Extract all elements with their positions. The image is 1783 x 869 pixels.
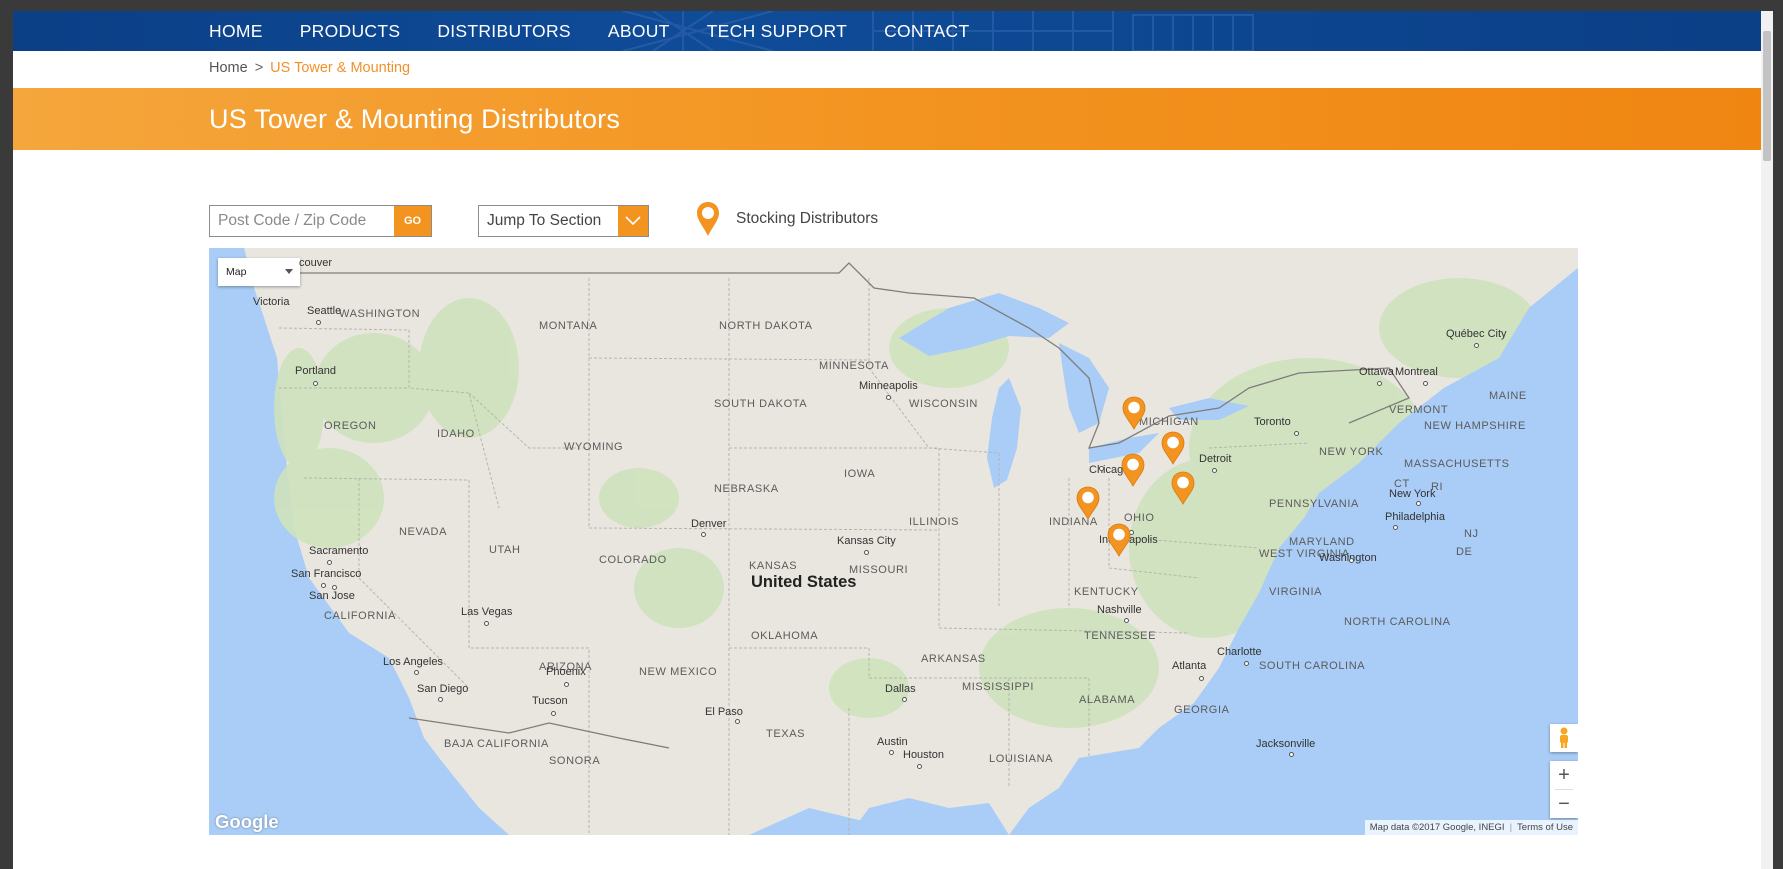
city-dot xyxy=(1377,381,1382,386)
city-dot xyxy=(701,532,706,537)
breadcrumb: Home > US Tower & Mounting xyxy=(209,60,410,76)
city-dot xyxy=(438,697,443,702)
map-type-selector[interactable]: Map xyxy=(218,258,300,286)
scrollbar-thumb[interactable] xyxy=(1763,31,1771,161)
map-attribution: Map data ©2017 Google, INEGI | Terms of Us… xyxy=(1364,820,1578,835)
city-dot xyxy=(735,719,740,724)
nav-distributors[interactable]: DISTRIBUTORS xyxy=(437,21,571,42)
city-dot xyxy=(1124,618,1129,623)
breadcrumb-separator: > xyxy=(254,60,264,76)
nav-items: HOME PRODUCTS DISTRIBUTORS ABOUT TECH SU… xyxy=(209,11,1006,51)
city-dot xyxy=(902,697,907,702)
city-dot xyxy=(414,670,419,675)
city-dot xyxy=(564,682,569,687)
nav-home[interactable]: HOME xyxy=(209,21,263,42)
map-pin-icon xyxy=(697,202,719,236)
legend-label: Stocking Distributors xyxy=(736,210,879,227)
city-dot xyxy=(1423,381,1428,386)
city-dot xyxy=(1212,468,1217,473)
city-dot xyxy=(327,560,332,565)
caret-down-icon xyxy=(285,269,293,274)
chevron-down-icon xyxy=(618,206,648,236)
city-dot xyxy=(551,711,556,716)
zoom-in-button[interactable]: + xyxy=(1550,761,1578,789)
pegman-icon xyxy=(1560,727,1568,748)
breadcrumb-current: US Tower & Mounting xyxy=(270,60,411,76)
city-dot xyxy=(1416,501,1421,506)
nav-contact[interactable]: CONTACT xyxy=(884,21,969,42)
city-dot xyxy=(321,583,326,588)
go-button[interactable]: GO xyxy=(394,206,431,236)
city-dot xyxy=(1294,431,1299,436)
city-dot xyxy=(886,395,891,400)
city-dot xyxy=(484,621,489,626)
google-logo: Google xyxy=(215,811,279,832)
city-dot xyxy=(1289,752,1294,757)
zip-code-input[interactable] xyxy=(210,206,394,236)
city-dot xyxy=(1199,676,1204,681)
jump-to-section-label: Jump To Section xyxy=(487,212,602,229)
nav-about[interactable]: ABOUT xyxy=(608,21,670,42)
nav-products[interactable]: PRODUCTS xyxy=(300,21,401,42)
jump-to-section-select[interactable]: Jump To Section xyxy=(478,205,649,237)
zip-search: GO xyxy=(209,205,432,237)
page-scrollbar[interactable] xyxy=(1761,11,1773,869)
city-dot xyxy=(316,320,321,325)
page-banner: US Tower & Mounting Distributors xyxy=(13,88,1773,150)
distributor-pin-icon[interactable] xyxy=(1161,431,1185,465)
page: HOME PRODUCTS DISTRIBUTORS ABOUT TECH SU… xyxy=(13,11,1773,869)
city-dot xyxy=(889,750,894,755)
terms-of-use-link[interactable]: Terms of Use xyxy=(1517,822,1573,833)
city-dot xyxy=(1244,661,1249,666)
top-nav: HOME PRODUCTS DISTRIBUTORS ABOUT TECH SU… xyxy=(13,11,1773,51)
distributor-pin-icon[interactable] xyxy=(1122,396,1146,430)
zoom-controls: + − xyxy=(1550,761,1578,818)
city-dot xyxy=(917,764,922,769)
city-dot xyxy=(1349,558,1354,563)
map-type-label: Map xyxy=(226,266,247,278)
distributor-map[interactable]: Map WASHINGTON MONTANA NORTH DAKOTA MINNESO… xyxy=(209,248,1578,835)
city-dot xyxy=(332,585,337,590)
page-title: US Tower & Mounting Distributors xyxy=(209,104,621,134)
city-dot xyxy=(1393,525,1398,530)
distributor-pin-icon[interactable] xyxy=(1171,471,1195,505)
nav-tech-support[interactable]: TECH SUPPORT xyxy=(707,21,847,42)
city-dot xyxy=(313,381,318,386)
city-dot xyxy=(864,550,869,555)
city-dot xyxy=(1474,343,1479,348)
breadcrumb-home[interactable]: Home xyxy=(209,60,248,76)
distributor-pin-icon[interactable] xyxy=(1121,453,1145,487)
zoom-out-button[interactable]: − xyxy=(1550,790,1578,818)
city-dot xyxy=(1099,466,1104,471)
distributor-pin-icon[interactable] xyxy=(1107,523,1131,557)
map-base xyxy=(209,248,1578,835)
street-view-button[interactable] xyxy=(1550,724,1578,752)
distributor-pin-icon[interactable] xyxy=(1076,486,1100,520)
map-legend: Stocking Distributors xyxy=(696,201,878,237)
map-data-text: Map data ©2017 Google, INEGI xyxy=(1369,822,1505,833)
